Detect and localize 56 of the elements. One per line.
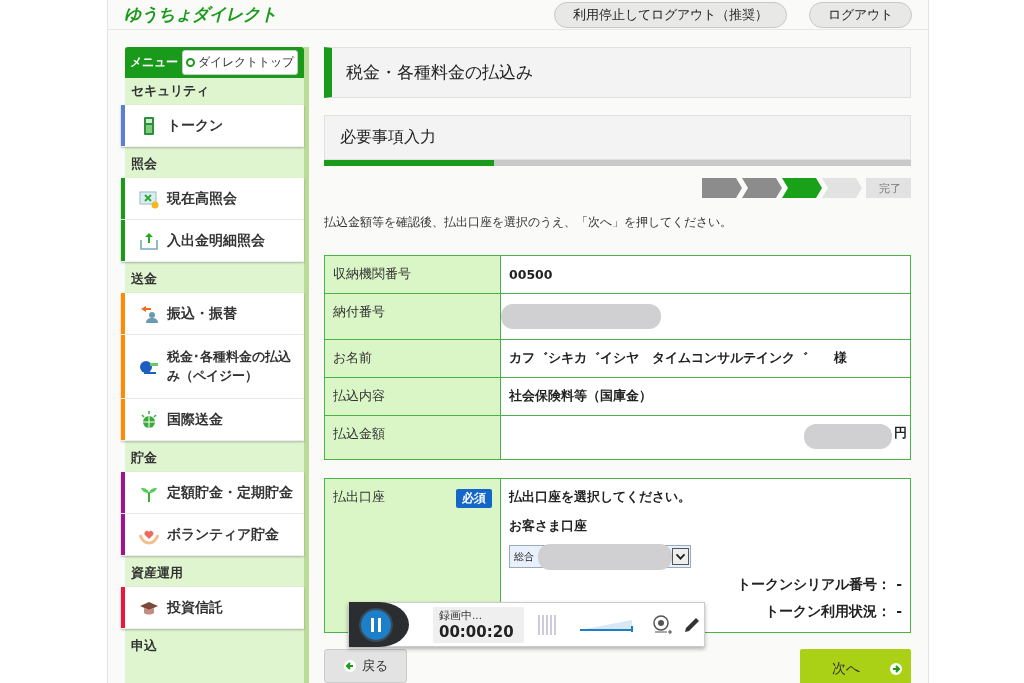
row-label: お名前	[325, 340, 501, 377]
menu-title: メニュー	[130, 55, 178, 70]
section-heading: セキュリティ	[130, 82, 210, 100]
sidebar-item[interactable]: 振込・振替	[121, 293, 304, 335]
back-button[interactable]: 戻る	[324, 649, 407, 683]
row-value: カフ゛シキカ゛イシヤ タイムコンサルテインク゛ 様	[508, 349, 848, 367]
section-title: 必要事項入力	[324, 115, 911, 160]
circle-icon	[186, 58, 195, 67]
volume-slider-icon	[577, 617, 634, 632]
section-heading: 照会	[130, 155, 158, 173]
sidebar-item[interactable]: 国際送金	[121, 399, 304, 441]
tray-arrow-icon	[139, 230, 159, 251]
audio-bars-icon	[537, 614, 556, 635]
balance-screen-icon	[139, 188, 159, 209]
webcam-icon	[651, 614, 672, 635]
token-info: トークン利用状況： -	[765, 602, 902, 621]
sidebar-item[interactable]: 現在高照会	[121, 178, 304, 220]
arrow-left-icon	[343, 660, 356, 672]
sidebar-item[interactable]: ボランティア貯金	[121, 514, 304, 556]
page-title: 税金・各種料金の払込み	[324, 47, 911, 98]
globe-icon	[139, 409, 159, 430]
step-label: 完了	[866, 178, 911, 198]
amount-unit: 円	[894, 424, 907, 442]
pause-icon	[359, 607, 393, 642]
sidebar-item[interactable]: 投資信託	[121, 587, 304, 629]
row-value: 社会保険料等（国庫金）	[508, 387, 653, 405]
transfer-person-icon	[139, 303, 159, 324]
section-heading: 資産運用	[130, 564, 184, 582]
sidebar-item[interactable]: トークン	[121, 105, 304, 147]
row-label: 払出口座	[333, 489, 385, 506]
sidebar-item[interactable]: 入出金明細照会	[121, 220, 304, 262]
next-button[interactable]: 次へ	[800, 649, 911, 683]
account-label: お客さま口座	[509, 518, 588, 535]
logo: ゆうちょダイレクト	[124, 3, 278, 26]
row-label: 払込金額	[325, 416, 501, 459]
row-label: 納付番号	[325, 294, 501, 339]
token-info: トークンシリアル番号： -	[737, 575, 902, 594]
recording-time: 00:00:20	[439, 622, 514, 641]
row-label: 収納機関番号	[325, 256, 501, 293]
sidebar-item[interactable]: 税金･各種料金の払込み（ペイジー）	[121, 335, 304, 399]
section-heading: 申込	[130, 637, 158, 655]
instruction-text: 払込金額等を確認後、払出口座を選択のうえ、「次へ」を押してください。	[324, 214, 733, 231]
arrow-right-icon	[889, 663, 902, 675]
prompt-text: 払出口座を選択してください。	[509, 489, 692, 506]
account-select[interactable]: 総合	[509, 545, 691, 568]
row-label: 払込内容	[325, 378, 501, 415]
logout-button[interactable]: 利用停止してログアウト（推奨）	[554, 1, 787, 28]
row-value: 00500	[508, 266, 554, 284]
section-heading: 送金	[130, 270, 158, 288]
required-badge: 必須	[456, 489, 492, 508]
section-heading: 貯金	[130, 449, 158, 467]
caret-icon	[672, 548, 689, 565]
logout-button[interactable]: ログアウト	[809, 1, 912, 28]
recording-status: 録画中...	[439, 608, 483, 623]
top-link-button[interactable]: ダイレクトトップ	[182, 50, 298, 75]
sidebar-item[interactable]: 定額貯金・定期貯金	[121, 472, 304, 514]
